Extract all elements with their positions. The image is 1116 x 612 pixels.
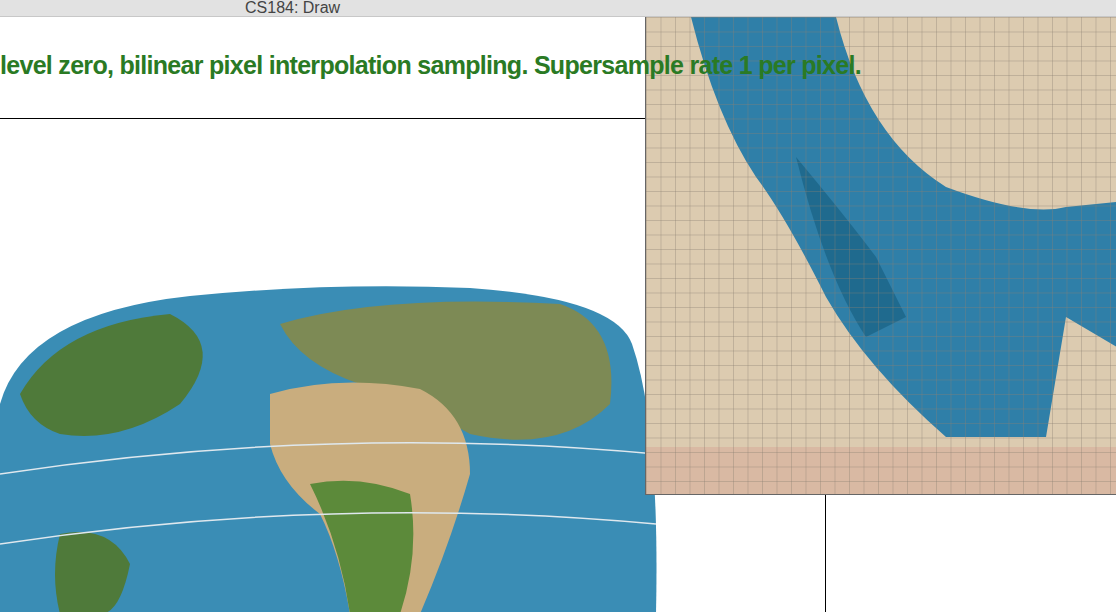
- window-title: CS184: Draw: [245, 0, 340, 16]
- app-window: CS184: Draw level zero, bilinear pixel in…: [0, 0, 1116, 612]
- title-bar: CS184: Draw: [0, 0, 1116, 17]
- zoom-inset: [646, 17, 1116, 495]
- zoom-panel: [645, 17, 1116, 495]
- divider-line: [825, 495, 826, 612]
- status-text: level zero, bilinear pixel interpolation…: [0, 46, 861, 84]
- globe-render: [0, 284, 660, 612]
